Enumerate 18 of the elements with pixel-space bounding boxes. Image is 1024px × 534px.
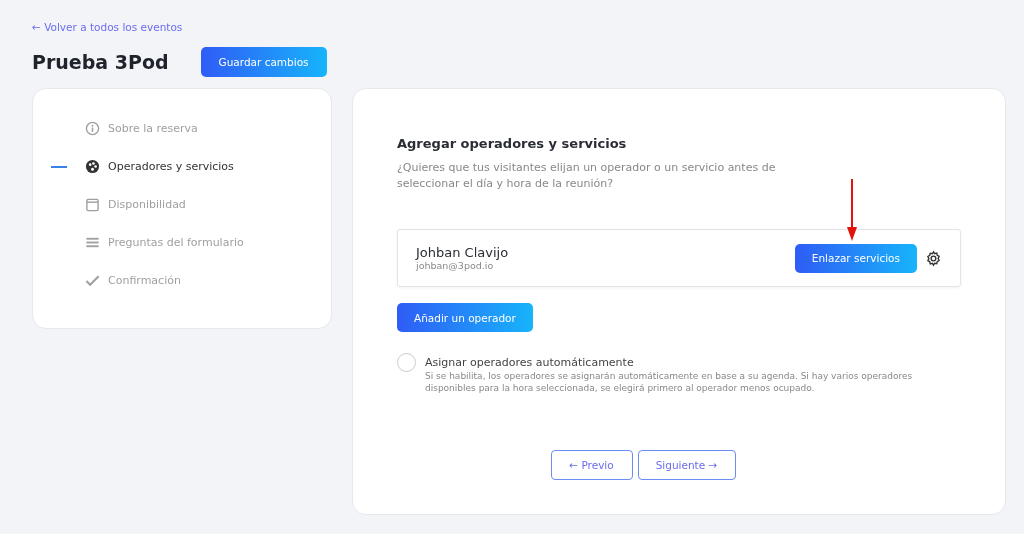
link-services-button[interactable]: Enlazar servicios [794, 243, 917, 273]
sidebar-item[interactable]: Preguntas del formulario [51, 233, 331, 252]
operator-email: johban@3pod.io [416, 260, 495, 271]
section-heading: Agregar operadores y servicios [397, 136, 628, 151]
save-button[interactable]: Guardar cambios [200, 47, 327, 77]
operator-name: Johban Clavijo [416, 245, 509, 260]
next-button[interactable]: Siguiente → [637, 450, 736, 480]
sidebar-item[interactable]: Disponibilidad [51, 195, 331, 214]
sidebar-item[interactable]: Confirmación [51, 271, 331, 290]
page-title: Prueba 3Pod [32, 51, 169, 73]
auto-assign-label: Asignar operadores automáticamente [425, 356, 635, 369]
previous-button[interactable]: ← Previo [550, 450, 633, 480]
sidebar-item[interactable]: Sobre la reserva [51, 119, 331, 138]
auto-assign-help: Si se habilita, los operadores se asignarán automáticamente en base a su agenda. Si hay varios operadores disponibles para la hora seleccionada, se elegirá primero al operador menos ocupado. [425, 370, 914, 394]
add-operator-button[interactable]: Añadir un operador [397, 303, 533, 332]
back-link[interactable]: ← Volver a todos los eventos [32, 21, 183, 33]
sidebar-item[interactable]: Operadores y servicios [51, 157, 331, 176]
section-description: ¿Quieres que tus visitantes elijan un operador o un servicio antes de seleccionar el día y hora de la reunión? [397, 160, 777, 192]
